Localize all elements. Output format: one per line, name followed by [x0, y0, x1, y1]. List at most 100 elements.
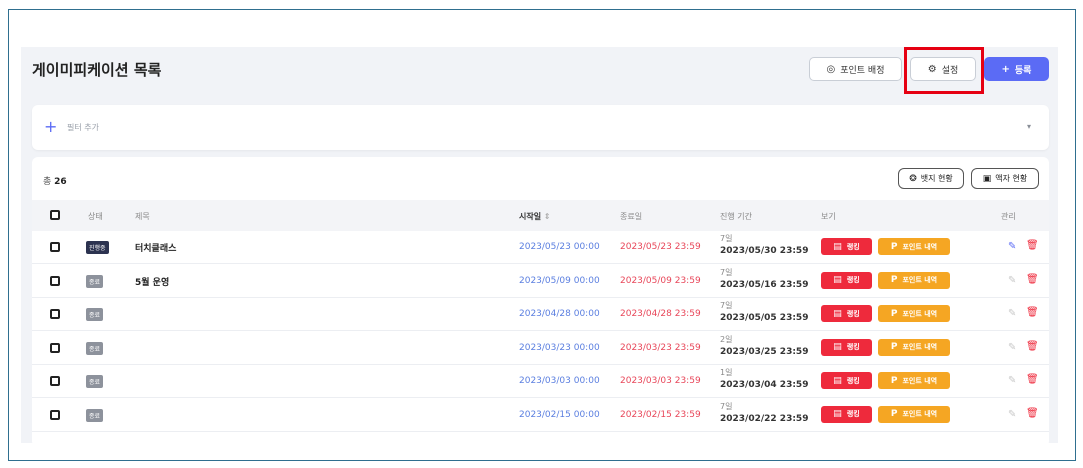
point-history-button[interactable]: P 포인트 내역: [878, 271, 950, 289]
row-start-date: 2023/03/03 00:00: [519, 376, 600, 386]
row-duration: 1일: [720, 368, 733, 377]
row-end-date: 2023/05/09 23:59: [620, 275, 701, 286]
point-history-button[interactable]: P 포인트 내역: [878, 405, 950, 423]
point-history-button[interactable]: P 포인트 내역: [878, 338, 950, 356]
table-row[interactable]: 종료 2023/04/28 00:00 2023/04/28 23:59 7일 2023…: [32, 298, 1049, 331]
pencil-icon[interactable]: ✎: [1008, 241, 1016, 252]
add-filter-icon[interactable]: +: [44, 117, 57, 136]
status-badge: 종료: [86, 408, 104, 422]
ranking-button[interactable]: ▤ 랭킹: [821, 271, 872, 289]
table-row[interactable]: 종료 2023/03/23 00:00 2023/03/23 23:59 2일 2023…: [32, 332, 1049, 365]
ranking-button[interactable]: ▤ 랭킹: [821, 405, 872, 423]
row-period-end: 2023/05/05 23:59: [720, 313, 809, 323]
row-start-date: 2023/05/09 00:00: [519, 275, 600, 286]
add-filter-label[interactable]: 필터 추가: [67, 122, 99, 133]
trash-icon[interactable]: 🗑: [1026, 374, 1039, 385]
trash-icon[interactable]: 🗑: [1026, 408, 1039, 419]
settings-highlight-box: [904, 47, 984, 94]
row-checkbox[interactable]: [50, 409, 60, 420]
picture-frame-icon: ▣: [982, 173, 992, 184]
ranking-label: 랭킹: [846, 376, 860, 385]
row-checkbox[interactable]: [50, 376, 60, 386]
point-history-button[interactable]: P 포인트 내역: [878, 305, 950, 322]
clipboard-icon: ▤: [833, 375, 842, 386]
table-row[interactable]: 종료 2023/03/03 00:00 2023/03/03 23:59 1일 2023…: [32, 365, 1049, 398]
screenshot-frame: 게이미피케이션 목록 ◎ 포인트 배정 ⚙ 설정 + 등록 + 필터 추가 ▾ …: [8, 9, 1076, 461]
trash-icon[interactable]: 🗑: [1026, 274, 1039, 285]
pencil-icon[interactable]: ✎: [1008, 308, 1016, 319]
table-row[interactable]: 종료 5월 운영 2023/05/09 00:00 2023/05/09 23:59 7…: [32, 265, 1049, 298]
point-history-label: 포인트 내역: [902, 343, 938, 351]
assign-points-label: 포인트 배정: [840, 65, 885, 76]
point-icon: P: [890, 241, 898, 252]
row-period-end: 2023/03/25 23:59: [720, 346, 809, 357]
row-period: 7일 2023/02/22 23:59: [720, 401, 808, 425]
pencil-icon[interactable]: ✎: [1008, 342, 1016, 353]
ranking-button[interactable]: ▤ 랭킹: [821, 338, 872, 356]
register-button[interactable]: + 등록: [984, 57, 1049, 81]
ranking-button[interactable]: ▤ 랭킹: [821, 238, 872, 255]
row-period-end: 2023/05/30 23:59: [720, 246, 809, 256]
page-title: 게이미피케이션 목록: [32, 61, 162, 79]
point-history-button[interactable]: P 포인트 내역: [878, 238, 950, 255]
trash-icon[interactable]: 🗑: [1026, 341, 1039, 352]
sort-icon[interactable]: ⇕: [544, 212, 551, 221]
point-history-label: 포인트 내역: [902, 410, 938, 418]
ranking-label: 랭킹: [846, 276, 860, 284]
column-view: 보기: [821, 212, 836, 221]
row-start-date: 2023/02/15 00:00: [519, 409, 600, 420]
column-start-date-label: 시작일: [519, 212, 542, 221]
row-period-end: 2023/02/22 23:59: [720, 413, 809, 424]
row-title[interactable]: 터치클래스: [135, 241, 176, 254]
ranking-label: 랭킹: [846, 410, 860, 418]
chevron-down-icon[interactable]: ▾: [1027, 122, 1031, 131]
point-history-label: 포인트 내역: [902, 276, 938, 284]
column-status: 상태: [88, 212, 103, 221]
ranking-button[interactable]: ▤ 랭킹: [821, 305, 872, 322]
row-checkbox[interactable]: [50, 342, 60, 353]
point-icon: P: [890, 275, 898, 285]
target-icon: ◎: [826, 63, 836, 75]
clipboard-icon: ▤: [833, 308, 842, 319]
column-end-date: 종료일: [620, 212, 643, 221]
point-icon: P: [890, 342, 898, 352]
status-badge: 종료: [86, 375, 104, 388]
status-badge: 진행중: [86, 241, 109, 254]
point-history-button[interactable]: P 포인트 내역: [878, 372, 950, 389]
row-duration: 2일: [720, 334, 733, 344]
trash-icon[interactable]: 🗑: [1026, 240, 1039, 251]
row-start-date: 2023/05/23 00:00: [519, 242, 600, 252]
badge-status-button[interactable]: ❂ 뱃지 현황: [898, 168, 964, 189]
row-checkbox[interactable]: [50, 275, 60, 286]
row-end-date: 2023/03/23 23:59: [620, 342, 701, 353]
point-icon: P: [890, 375, 898, 386]
table-card: 총 26 ❂ 뱃지 현황 ▣ 액자 현황 상태 제목 시작일 ⇕ 종료일 진행 …: [32, 157, 1049, 447]
total-label: 총: [43, 177, 52, 187]
column-start-date[interactable]: 시작일 ⇕: [519, 211, 551, 222]
table-row[interactable]: 종료 2023/02/15 00:00 2023/02/15 23:59 7일 2023…: [32, 399, 1049, 432]
ranking-label: 랭킹: [846, 242, 860, 251]
row-period: 2일 2023/03/25 23:59: [720, 334, 808, 358]
row-duration: 7일: [720, 267, 733, 277]
table-row[interactable]: 진행중 터치클래스 2023/05/23 00:00 2023/05/23 23:59…: [32, 231, 1049, 264]
trash-icon[interactable]: 🗑: [1026, 307, 1039, 318]
assign-points-button[interactable]: ◎ 포인트 배정: [809, 57, 902, 81]
filter-bar[interactable]: + 필터 추가 ▾: [32, 105, 1049, 150]
select-all-checkbox[interactable]: [50, 210, 60, 220]
pencil-icon[interactable]: ✎: [1008, 375, 1016, 386]
point-icon: P: [890, 308, 898, 319]
frame-status-button[interactable]: ▣ 액자 현황: [971, 168, 1039, 189]
pencil-icon[interactable]: ✎: [1008, 409, 1016, 420]
point-history-label: 포인트 내역: [902, 242, 938, 251]
ranking-button[interactable]: ▤ 랭킹: [821, 372, 872, 389]
pencil-icon[interactable]: ✎: [1008, 275, 1016, 286]
clipboard-icon: ▤: [833, 241, 842, 252]
clipboard-icon: ▤: [833, 275, 842, 285]
row-period: 7일 2023/05/05 23:59: [720, 300, 808, 324]
frame-status-label: 액자 현황: [995, 174, 1028, 183]
row-title[interactable]: 5월 운영: [135, 275, 169, 288]
row-checkbox[interactable]: [50, 309, 60, 319]
status-badge: 종료: [86, 308, 104, 321]
row-end-date: 2023/04/28 23:59: [620, 309, 701, 319]
row-checkbox[interactable]: [50, 242, 60, 252]
